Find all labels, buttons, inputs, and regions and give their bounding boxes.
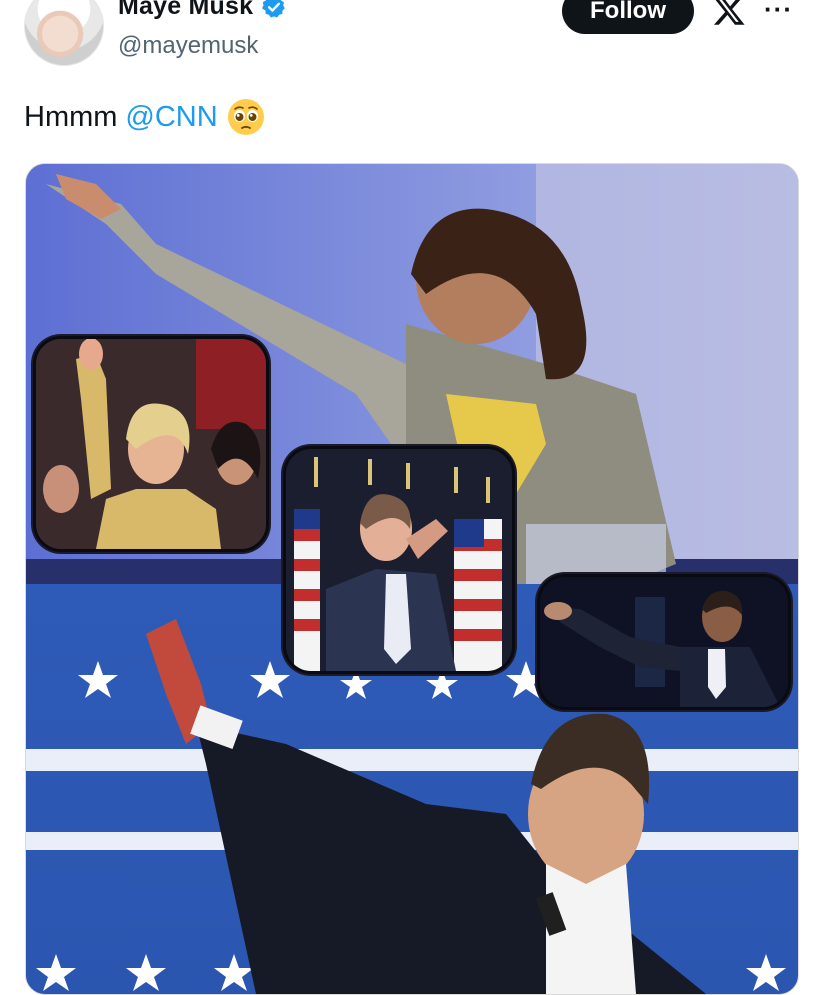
inset-photo-center (283, 446, 515, 674)
tweet-body: Hmmm (24, 100, 118, 133)
name-row: Maye Musk (118, 0, 287, 21)
inset-photo-left (33, 336, 269, 552)
display-name[interactable]: Maye Musk (118, 0, 253, 21)
pleading-face-emoji-icon (227, 99, 264, 135)
inset-photo-right (537, 574, 791, 710)
follow-button[interactable]: Follow (562, 0, 694, 34)
mention-link[interactable]: @CNN (125, 101, 217, 134)
handle[interactable]: @mayemusk (118, 32, 258, 60)
more-options-icon[interactable]: ··· (764, 0, 793, 25)
tweet-text: Hmmm @CNN (24, 97, 266, 137)
verified-badge-icon (262, 0, 285, 18)
x-logo-icon[interactable] (712, 0, 746, 37)
avatar[interactable] (24, 0, 104, 66)
tweet-media-image[interactable] (25, 163, 799, 995)
